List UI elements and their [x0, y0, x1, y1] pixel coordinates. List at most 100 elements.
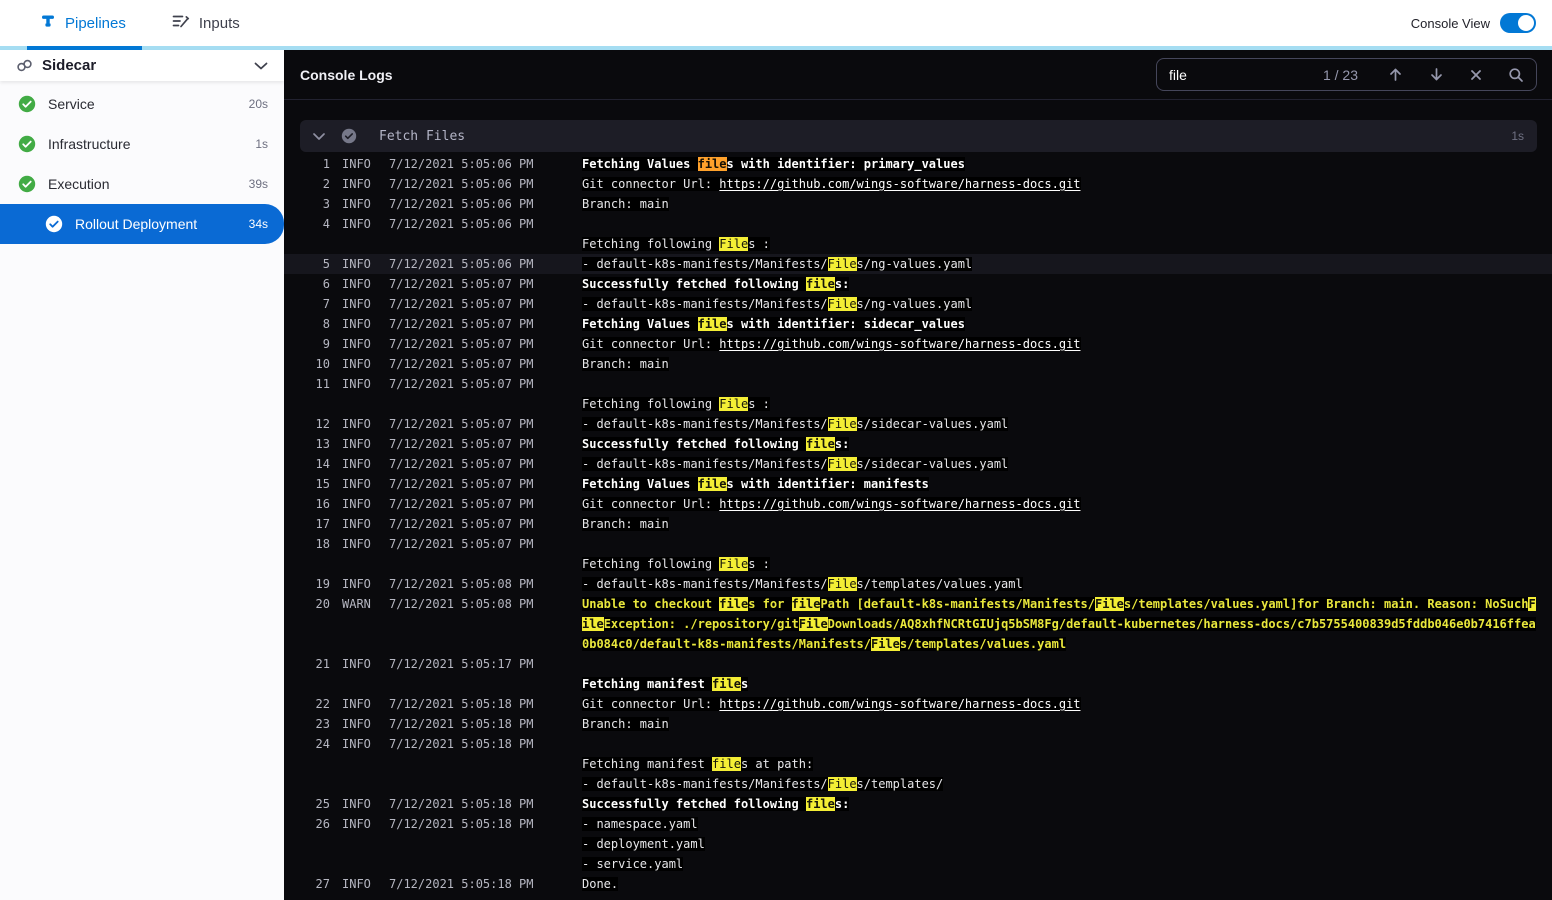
log-row[interactable]: 21 INFO 7/12/2021 5:05:17 PM Fetching mani… — [284, 654, 1552, 694]
log-row[interactable]: 25 INFO 7/12/2021 5:05:18 PM Successfully f… — [284, 794, 1552, 814]
console-panel: Console Logs file 1 / 23 Fetch Files 1s … — [284, 50, 1552, 900]
search-icon[interactable] — [1508, 67, 1524, 83]
arrow-down-icon[interactable] — [1429, 67, 1444, 82]
log-section-header[interactable]: Fetch Files 1s — [300, 120, 1537, 152]
log-message-line: Fetching manifest files — [582, 674, 1552, 694]
log-row[interactable]: 14 INFO 7/12/2021 5:05:07 PM - default-k8s-… — [284, 454, 1552, 474]
log-text-chip: 0b084c0/default-k8s-manifests/Manifests/… — [582, 637, 1067, 651]
log-row[interactable]: 22 INFO 7/12/2021 5:05:18 PM Git connector … — [284, 694, 1552, 714]
log-text: s: — [834, 277, 850, 291]
log-text: Successfully fetched following — [582, 797, 806, 811]
search-match: File — [719, 557, 749, 571]
log-line-number: 15 — [315, 477, 330, 491]
arrow-up-icon[interactable] — [1388, 67, 1403, 82]
log-message-line — [582, 734, 1552, 754]
log-timestamp: 7/12/2021 5:05:06 PM — [389, 177, 534, 191]
log-line-number: 25 — [315, 797, 330, 811]
search-input[interactable]: file — [1169, 67, 1323, 83]
search-match: File — [1095, 597, 1124, 611]
log-row[interactable]: 2 INFO 7/12/2021 5:05:06 PM Git connector U… — [284, 174, 1552, 194]
log-row[interactable]: 26 INFO 7/12/2021 5:05:18 PM - namespace.ya… — [284, 814, 1552, 874]
close-icon[interactable] — [1470, 69, 1482, 81]
log-row[interactable]: 19 INFO 7/12/2021 5:05:08 PM - default-k8s-… — [284, 574, 1552, 594]
search-match: File — [870, 637, 900, 651]
log-line-number: 16 — [315, 497, 330, 511]
search-match: File — [827, 257, 857, 271]
log-row[interactable]: 17 INFO 7/12/2021 5:05:07 PM Branch: main — [284, 514, 1552, 534]
log-row[interactable]: 24 INFO 7/12/2021 5:05:18 PM Fetching mani… — [284, 734, 1552, 794]
log-link[interactable]: https://github.com/wings-software/harnes… — [719, 177, 1080, 191]
log-row[interactable]: 23 INFO 7/12/2021 5:05:18 PM Branch: main — [284, 714, 1552, 734]
log-row[interactable]: 5 INFO 7/12/2021 5:05:06 PM - default-k8s-m… — [284, 254, 1552, 274]
log-message: Git connector Url: https://github.com/wi… — [582, 494, 1552, 514]
log-text: - service.yaml — [582, 857, 684, 871]
duration-label: 34s — [248, 217, 268, 231]
sidebar-item-rollout-deployment[interactable]: Rollout Deployment 34s — [0, 204, 284, 244]
log-timestamp: 7/12/2021 5:05:18 PM — [389, 717, 534, 731]
log-level: INFO — [342, 797, 371, 811]
log-row[interactable]: 16 INFO 7/12/2021 5:05:07 PM Git connector … — [284, 494, 1552, 514]
section-duration: 1s — [1511, 129, 1524, 143]
log-text-chip: Successfully fetched following files: — [582, 277, 850, 291]
sidebar-item-infrastructure[interactable]: Infrastructure 1s — [0, 124, 284, 164]
log-row[interactable]: 15 INFO 7/12/2021 5:05:07 PM Fetching Value… — [284, 474, 1552, 494]
log-row[interactable]: 4 INFO 7/12/2021 5:05:06 PM Fetching follo… — [284, 214, 1552, 254]
log-row[interactable]: 8 INFO 7/12/2021 5:05:07 PM Fetching Values… — [284, 314, 1552, 334]
log-search-box[interactable]: file 1 / 23 — [1156, 58, 1537, 91]
log-row[interactable]: 9 INFO 7/12/2021 5:05:07 PM Git connector U… — [284, 334, 1552, 354]
search-match: file — [791, 597, 821, 611]
log-row[interactable]: 20 WARN 7/12/2021 5:05:08 PM Unable to chec… — [284, 594, 1552, 654]
log-timestamp: 7/12/2021 5:05:07 PM — [389, 417, 534, 431]
log-row[interactable]: 13 INFO 7/12/2021 5:05:07 PM Successfully f… — [284, 434, 1552, 454]
log-message-line — [582, 214, 1552, 234]
sidebar-item-service[interactable]: Service 20s — [0, 84, 284, 124]
log-text: s/templates/values.yaml]for Branch: main… — [1123, 597, 1529, 611]
sidebar-item-label: Execution — [48, 176, 110, 192]
log-message: Git connector Url: https://github.com/wi… — [582, 174, 1552, 194]
log-link[interactable]: https://github.com/wings-software/harnes… — [719, 337, 1080, 351]
log-row[interactable]: 12 INFO 7/12/2021 5:05:07 PM - default-k8s-… — [284, 414, 1552, 434]
log-row[interactable]: 18 INFO 7/12/2021 5:05:07 PM Fetching foll… — [284, 534, 1552, 574]
duration-label: 20s — [248, 97, 268, 111]
tab-pipelines[interactable]: Pipelines — [27, 0, 139, 46]
console-view-label: Console View — [1410, 15, 1490, 31]
chevron-down-icon[interactable] — [313, 132, 325, 140]
sidebar-item-execution[interactable]: Execution 39s — [0, 164, 284, 204]
log-text: Successfully fetched following — [582, 437, 806, 451]
log-text: - default-k8s-manifests/Manifests/ — [582, 257, 828, 271]
log-level: INFO — [342, 737, 371, 751]
console-view-toggle[interactable] — [1500, 13, 1536, 33]
log-message-line: Fetching Values files with identifier: s… — [582, 314, 1552, 334]
log-message-line: Successfully fetched following files: — [582, 794, 1552, 814]
console-logs-title: Console Logs — [300, 66, 393, 83]
log-link[interactable]: https://github.com/wings-software/harnes… — [719, 497, 1080, 511]
log-line-number: 24 — [315, 737, 330, 751]
log-message: Fetching following Files : — [582, 374, 1552, 414]
log-text-chip: Fetching following Files : — [582, 557, 770, 571]
sidebar-header[interactable]: Sidecar — [0, 50, 284, 81]
log-message-line: Successfully fetched following files: — [582, 274, 1552, 294]
log-row[interactable]: 27 INFO 7/12/2021 5:05:18 PM Done. — [284, 874, 1552, 894]
log-row[interactable]: 3 INFO 7/12/2021 5:05:06 PM Branch: main — [284, 194, 1552, 214]
log-text: Successfully fetched following — [582, 277, 806, 291]
log-row[interactable]: 6 INFO 7/12/2021 5:05:07 PM Successfully fe… — [284, 274, 1552, 294]
check-circle-icon — [341, 128, 357, 144]
log-row[interactable]: 1 INFO 7/12/2021 5:05:06 PM Fetching Values… — [284, 154, 1552, 174]
chevron-down-icon[interactable] — [254, 62, 268, 70]
success-check-icon — [45, 215, 63, 233]
log-link[interactable]: https://github.com/wings-software/harnes… — [719, 697, 1080, 711]
log-message-line: Done. — [582, 874, 1552, 894]
log-level: INFO — [342, 297, 371, 311]
log-message: - default-k8s-manifests/Manifests/Files/… — [582, 254, 1552, 274]
log-line-number: 20 — [315, 597, 330, 611]
log-message-line: Git connector Url: https://github.com/wi… — [582, 334, 1552, 354]
log-row[interactable]: 11 INFO 7/12/2021 5:05:07 PM Fetching foll… — [284, 374, 1552, 414]
log-timestamp: 7/12/2021 5:05:07 PM — [389, 337, 534, 351]
log-row[interactable]: 10 INFO 7/12/2021 5:05:07 PM Branch: main — [284, 354, 1552, 374]
tab-inputs[interactable]: Inputs — [159, 0, 253, 46]
log-text: - namespace.yaml — [582, 817, 698, 831]
log-line-number: 18 — [315, 537, 330, 551]
log-level: INFO — [342, 257, 371, 271]
search-match: File — [798, 617, 828, 631]
log-row[interactable]: 7 INFO 7/12/2021 5:05:07 PM - default-k8s-m… — [284, 294, 1552, 314]
